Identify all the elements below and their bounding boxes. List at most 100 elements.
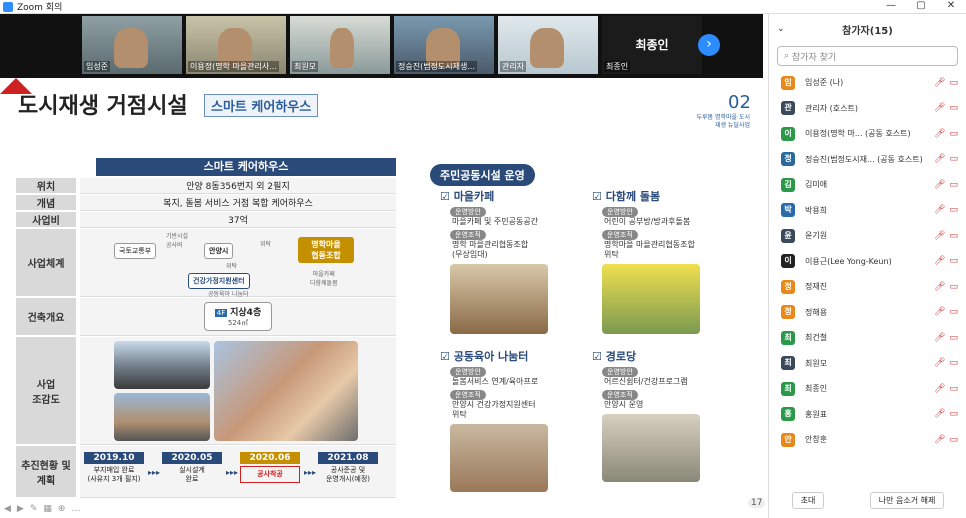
pen-icon[interactable]: ✎: [30, 504, 38, 514]
video-off-icon[interactable]: ▭: [949, 180, 958, 190]
participant-row[interactable]: 홍 홍원표 🎤︎ ▭: [769, 402, 966, 428]
slide-page-number: 02: [728, 92, 751, 113]
video-off-icon[interactable]: ▭: [949, 384, 958, 394]
org-center: 건강가정지원센터: [188, 273, 250, 289]
prev-slide-icon[interactable]: ◀: [4, 504, 11, 514]
mic-muted-icon[interactable]: 🎤︎: [934, 103, 945, 113]
tile-name: 최종인: [604, 61, 631, 72]
participant-row[interactable]: 관 관리자 (호스트) 🎤︎ ▭: [769, 96, 966, 122]
search-icon: ⌕: [784, 51, 792, 61]
participant-row[interactable]: 정 정재진 🎤︎ ▭: [769, 274, 966, 300]
tag: 운영방안: [602, 207, 638, 217]
tag: 운영방안: [450, 367, 486, 377]
mic-muted-icon[interactable]: 🎤︎: [934, 333, 945, 343]
zoom-icon[interactable]: ⊕: [58, 504, 66, 514]
slide-title: 도시재생 거점시설: [18, 94, 188, 119]
avatar: 홍: [781, 407, 795, 422]
video-off-icon[interactable]: ▭: [949, 435, 958, 445]
building-rendering: [214, 341, 358, 441]
mic-muted-icon[interactable]: 🎤︎: [934, 435, 945, 445]
site-photo-1: [114, 341, 210, 389]
participant-row[interactable]: 윤 윤기원 🎤︎ ▭: [769, 223, 966, 249]
video-tile[interactable]: 최원모: [290, 16, 390, 74]
participant-row[interactable]: 최 최원모 🎤︎ ▭: [769, 351, 966, 377]
participant-name: 정재진: [805, 282, 828, 292]
step-desc: 공사착공: [240, 466, 300, 483]
video-off-icon[interactable]: ▭: [949, 307, 958, 317]
video-off-icon[interactable]: ▭: [949, 358, 958, 368]
video-off-icon[interactable]: ▭: [949, 205, 958, 215]
participant-row[interactable]: 최 최종인 🎤︎ ▭: [769, 376, 966, 402]
maximize-button[interactable]: ▢: [906, 0, 936, 11]
video-tile[interactable]: 최종인 최종인: [602, 16, 702, 74]
table-row: 건축개요 4F 지상4층 524㎡: [16, 298, 396, 336]
mic-muted-icon[interactable]: 🎤︎: [934, 282, 945, 292]
participant-row[interactable]: 임 임성준 (나) 🎤︎ ▭: [769, 70, 966, 96]
chevron-down-icon[interactable]: ⌄: [777, 24, 785, 34]
video-tile[interactable]: 이용정(명학 마을관리사...: [186, 16, 286, 74]
invite-button[interactable]: 초대: [791, 492, 825, 509]
video-off-icon[interactable]: ▭: [949, 282, 958, 292]
mic-muted-icon[interactable]: 🎤︎: [934, 231, 945, 241]
video-off-icon[interactable]: ▭: [949, 103, 958, 113]
facility-title: 공동육아 나눔터: [453, 350, 529, 363]
org-entrust-label: 위탁: [260, 241, 272, 248]
video-tile[interactable]: 임성준: [82, 16, 182, 74]
video-tile[interactable]: 정승진(범정도시재생...: [394, 16, 494, 74]
mic-muted-icon[interactable]: 🎤︎: [934, 180, 945, 190]
mic-muted-icon[interactable]: 🎤︎: [934, 384, 945, 394]
video-off-icon[interactable]: ▭: [949, 154, 958, 164]
tile-name: 임성준: [84, 61, 111, 72]
grid-icon[interactable]: ▦: [43, 504, 52, 514]
mic-muted-icon[interactable]: 🎤︎: [934, 78, 945, 88]
video-off-icon[interactable]: ▭: [949, 78, 958, 88]
mic-muted-icon[interactable]: 🎤︎: [934, 129, 945, 139]
next-slide-icon[interactable]: ▶: [17, 504, 24, 514]
close-button[interactable]: ✕: [936, 0, 966, 11]
chevron-right-icon[interactable]: ›: [698, 34, 720, 56]
mic-muted-icon[interactable]: 🎤︎: [934, 307, 945, 317]
avatar: 최: [781, 330, 795, 345]
avatar: 이: [781, 254, 795, 269]
video-tile[interactable]: 관리자: [498, 16, 598, 74]
org-chart: 국토교통부 기반시설 공사비 안양시 위탁 명학마을 협동조합 위탁 건강가정지…: [80, 229, 396, 298]
participant-row[interactable]: 최 최건철 🎤︎ ▭: [769, 325, 966, 351]
mic-muted-icon[interactable]: 🎤︎: [934, 358, 945, 368]
building-info: 4F 지상4층 524㎡: [80, 298, 396, 336]
mic-muted-icon[interactable]: 🎤︎: [934, 256, 945, 266]
unmute-me-button[interactable]: 나만 음소거 해제: [869, 492, 945, 509]
minimize-button[interactable]: —: [876, 0, 906, 11]
mic-muted-icon[interactable]: 🎤︎: [934, 205, 945, 215]
participant-row[interactable]: 박 박용희 🎤︎ ▭: [769, 198, 966, 224]
video-off-icon[interactable]: ▭: [949, 333, 958, 343]
panel-header: 주민공동시설 운영: [430, 164, 535, 186]
area: 524㎡: [227, 319, 249, 327]
participant-row[interactable]: 정 정승진(범정도시재... (공동 호스트) 🎤︎ ▭: [769, 147, 966, 173]
tile-name: 정승진(범정도시재생...: [396, 61, 477, 72]
video-off-icon[interactable]: ▭: [949, 409, 958, 419]
participant-name: 김미애: [805, 180, 828, 190]
participant-name: 정승진(범정도시재... (공동 호스트): [805, 154, 923, 164]
facility-section: ☑ 다함께 돌봄 운영방안 어린이 공부방/방과후돌봄 운영조직 명학마을 마을…: [592, 188, 752, 334]
participant-search-input[interactable]: ⌕ 참가자 찾기: [777, 46, 958, 66]
participant-name: 이용정(명학 마... (공동 호스트): [805, 129, 911, 139]
participant-row[interactable]: 안 안창훈 🎤︎ ▭: [769, 427, 966, 453]
video-off-icon[interactable]: ▭: [949, 129, 958, 139]
participant-name: 이용근(Lee Yong-Keun): [805, 256, 892, 266]
zoom-logo-icon: [3, 1, 13, 12]
participant-row[interactable]: 김 김미애 🎤︎ ▭: [769, 172, 966, 198]
video-off-icon[interactable]: ▭: [949, 256, 958, 266]
org-ministry: 국토교통부: [114, 243, 157, 259]
mic-muted-icon[interactable]: 🎤︎: [934, 154, 945, 164]
participant-row[interactable]: 이 이용정(명학 마... (공동 호스트) 🎤︎ ▭: [769, 121, 966, 147]
more-icon[interactable]: …: [71, 504, 80, 514]
facility-value: 명학마을 마을관리협동조합 위탁: [604, 240, 695, 259]
row-label: 사업비: [16, 212, 76, 228]
table-row: 위치 안양 8동356번지 외 2필지: [16, 178, 396, 194]
avatar: 윤: [781, 228, 795, 243]
table-row: 사업비 37억: [16, 212, 396, 228]
participant-row[interactable]: 정 정해용 🎤︎ ▭: [769, 300, 966, 326]
mic-muted-icon[interactable]: 🎤︎: [934, 409, 945, 419]
video-off-icon[interactable]: ▭: [949, 231, 958, 241]
participant-row[interactable]: 이 이용근(Lee Yong-Keun) 🎤︎ ▭: [769, 249, 966, 275]
